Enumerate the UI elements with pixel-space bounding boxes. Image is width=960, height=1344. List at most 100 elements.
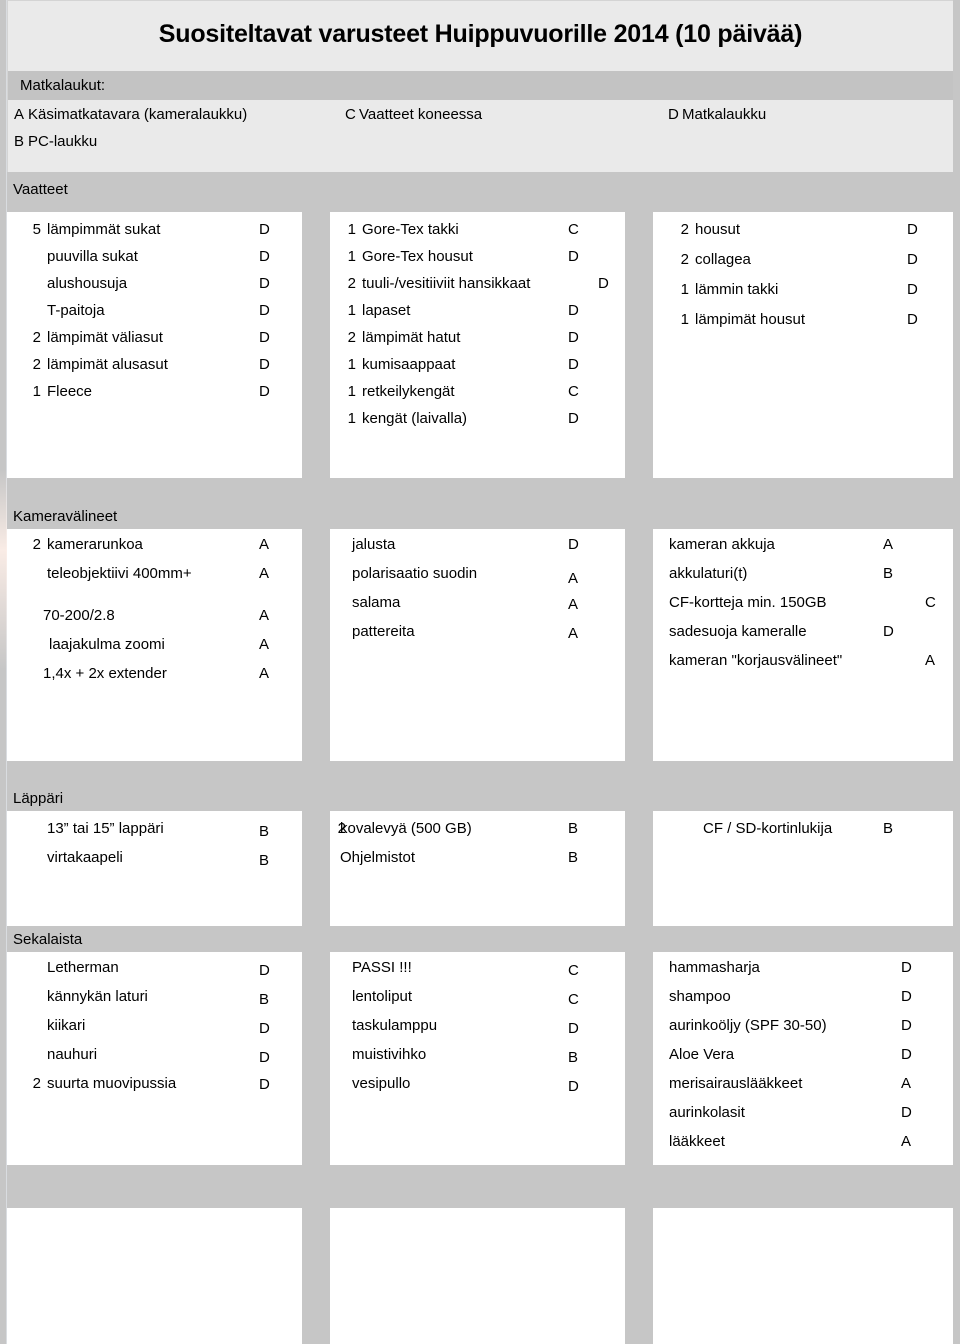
item-name: Gore-Tex takki (362, 221, 459, 238)
bags-legend-label-a: Käsimatkatavara (kameralaukku) (28, 106, 248, 123)
item-name: CF / SD-kortinlukija (703, 820, 833, 837)
item-qty: 1 (347, 221, 356, 238)
list-item: 1 Fleece D (7, 380, 302, 407)
page-title-row: Suositeltavat varusteet Huippuvuorille 2… (8, 1, 953, 71)
list-item: kiikari D (7, 1014, 302, 1043)
item-name: hammasharja (669, 959, 760, 976)
item-name: virtakaapeli (47, 849, 123, 866)
list-item: 2 housut D (653, 218, 953, 248)
lappari-column-3: CF / SD-kortinlukija B (653, 811, 953, 927)
list-item: 1 lämpimät housut D (653, 308, 953, 338)
item-qty: 5 (32, 221, 41, 238)
item-name: suurta muovipussia (47, 1075, 177, 1092)
item-name: puuvilla sukat (47, 248, 138, 265)
item-code: C (925, 594, 936, 611)
list-item: 1 Gore-Tex takki C (330, 218, 625, 245)
list-item: 2 lämpimät väliasut D (7, 326, 302, 353)
item-code: D (901, 1104, 912, 1121)
item-code: A (259, 565, 270, 582)
list-item: 1 lämmin takki D (653, 278, 953, 308)
list-item: vesipullo D (330, 1072, 625, 1101)
item-code: A (901, 1075, 912, 1092)
item-code: D (568, 329, 579, 346)
bags-legend: A Käsimatkatavara (kameralaukku) B PC-lauk… (8, 100, 953, 172)
list-item: 2 lämpimät alusasut D (7, 353, 302, 380)
item-name: sadesuoja kameralle (669, 623, 807, 640)
bags-legend-item-c: C Vaatteet koneessa (345, 106, 482, 123)
list-item: teleobjektiivi 400mm+ A (7, 562, 302, 591)
item-code: A (901, 1133, 912, 1150)
list-item: Ohjelmistot B (330, 846, 625, 875)
list-item: salama A (330, 591, 625, 620)
item-name: laajakulma zoomi (49, 636, 165, 653)
item-code: C (568, 383, 579, 400)
section-heading-lappari: Läppäri (13, 789, 64, 807)
item-name: 13” tai 15” lappäri (47, 820, 164, 837)
item-name: lääkkeet (669, 1133, 725, 1150)
list-item: CF-kortteja min. 150GB C (653, 591, 953, 620)
list-item: virtakaapeli B (7, 846, 302, 875)
item-name: muistivihko (352, 1046, 427, 1063)
list-item: aurinkolasit D (653, 1101, 953, 1130)
item-name: Fleece (47, 383, 93, 400)
item-qty: 1 (680, 281, 689, 298)
bags-legend-code-b: B (14, 133, 25, 150)
item-code: C (568, 991, 579, 1008)
list-item: muistivihko B (330, 1043, 625, 1072)
item-qty: 2 (32, 356, 41, 373)
item-code: D (259, 302, 270, 319)
item-name: Aloe Vera (669, 1046, 735, 1063)
item-code: B (259, 991, 270, 1008)
list-item: Letherman D (7, 956, 302, 985)
item-code: D (907, 221, 918, 238)
list-item: 1 lapaset D (330, 299, 625, 326)
item-code: A (259, 636, 270, 653)
list-item: hammasharja D (653, 956, 953, 985)
item-name: nauhuri (47, 1046, 98, 1063)
bags-legend-item-b: B PC-laukku (14, 133, 97, 150)
item-code: D (901, 988, 912, 1005)
item-code: B (568, 1049, 579, 1066)
item-code: C (568, 962, 579, 979)
item-name: salama (352, 594, 401, 611)
list-item: nauhuri D (7, 1043, 302, 1072)
item-code: A (568, 625, 579, 642)
left-edge-highlight (0, 470, 7, 670)
item-name: kovalevyä (500 GB) (340, 820, 472, 837)
item-name: lentoliput (352, 988, 413, 1005)
item-code: D (883, 623, 894, 640)
list-item: 2 tuuli-/vesitiiviit hansikkaat D (330, 272, 625, 299)
item-qty: 1 (347, 302, 356, 319)
item-code: D (907, 251, 918, 268)
lappari-column-2: 2 kovalevyä (500 GB) B Ohjelmistot B (330, 811, 625, 927)
list-item: shampoo D (653, 985, 953, 1014)
item-qty: 1 (347, 410, 356, 427)
item-name: kameran akkuja (669, 536, 775, 553)
item-name: lämpimät väliasut (47, 329, 163, 346)
item-code: B (259, 852, 270, 869)
list-item: sadesuoja kameralle D (653, 620, 953, 649)
left-edge-hairline (6, 0, 7, 1344)
item-code: D (568, 1020, 579, 1037)
item-name: kamerarunkoa (47, 536, 143, 553)
section-bar-lappari: Läppäri (7, 785, 953, 811)
item-qty: 2 (347, 329, 356, 346)
empty-column-2 (330, 1208, 625, 1344)
vaatteet-column-2: 1 Gore-Tex takki C 1 Gore-Tex housut D 2… (330, 212, 625, 478)
bags-legend-label-b: PC-laukku (28, 133, 98, 150)
item-code: D (259, 329, 270, 346)
list-item: 1 Gore-Tex housut D (330, 245, 625, 272)
list-item: kännykän laturi B (7, 985, 302, 1014)
item-name: CF-kortteja min. 150GB (669, 594, 827, 611)
item-qty: 2 (32, 536, 41, 553)
list-item: pattereita A (330, 620, 625, 649)
item-qty: 1 (680, 311, 689, 328)
list-item: 5 lämpimmät sukat D (7, 218, 302, 245)
list-item: kameran "korjausvälineet" A (653, 649, 953, 678)
section-bar-sekalaista: Sekalaista (7, 926, 953, 952)
vaatteet-column-3: 2 housut D 2 collagea D 1 lämmin takki D… (653, 212, 953, 478)
empty-column-1 (7, 1208, 302, 1344)
item-code: A (568, 596, 579, 613)
list-item: 2 collagea D (653, 248, 953, 278)
item-code: D (568, 536, 579, 553)
